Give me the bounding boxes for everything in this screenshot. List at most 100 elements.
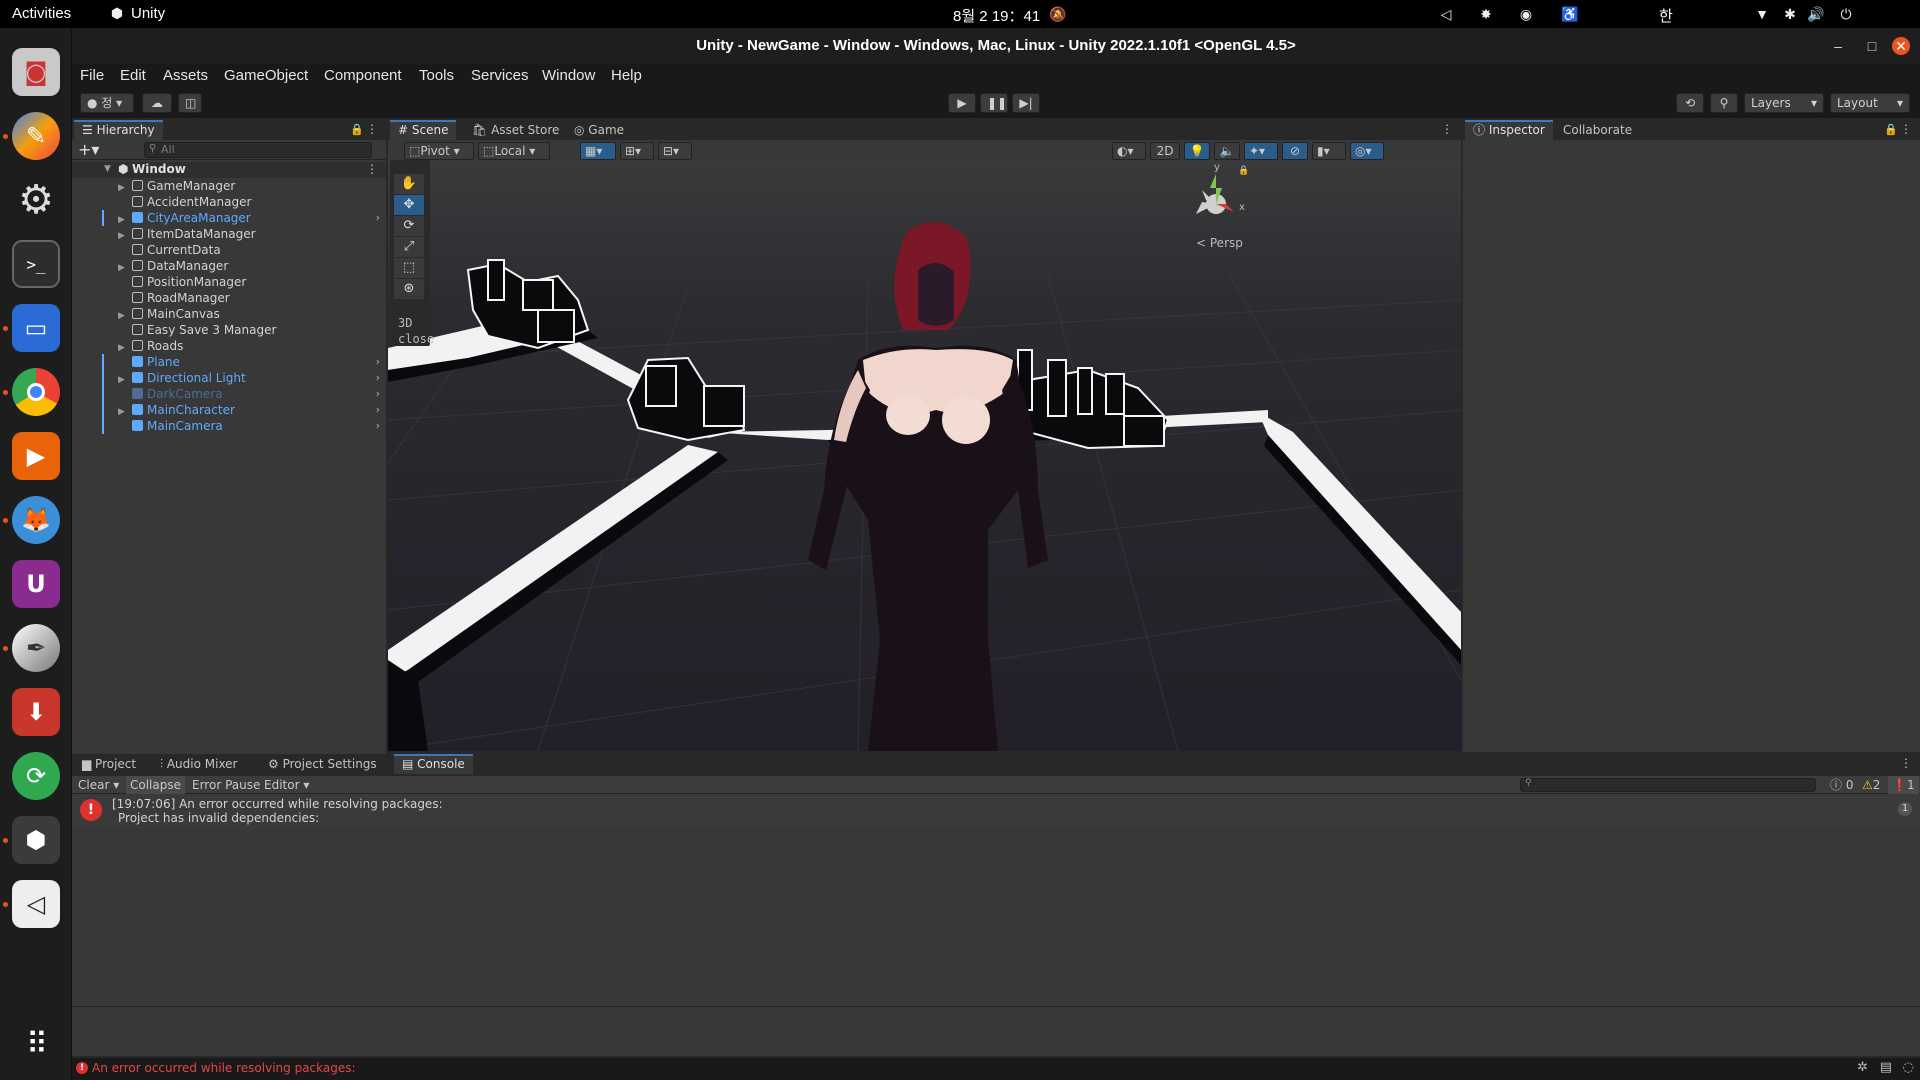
hierarchy-search-input[interactable]: ⚲ All bbox=[144, 142, 372, 158]
cache-server-icon[interactable]: ▤ bbox=[1880, 1060, 1892, 1075]
tab-audio-mixer[interactable]: ⫶ Audio Mixer bbox=[152, 754, 246, 774]
transform-tool-icon[interactable]: ⊛ bbox=[394, 279, 424, 299]
console-detail-divider[interactable] bbox=[72, 1006, 1920, 1007]
fox-app-icon[interactable]: 🦊 bbox=[12, 496, 60, 544]
collapse-toggle[interactable]: Collapse bbox=[126, 776, 185, 794]
prefab-open-chevron-icon[interactable]: › bbox=[376, 354, 380, 370]
overlay-close-button[interactable]: close bbox=[398, 332, 434, 346]
effects-dropdown[interactable]: ✦▾ bbox=[1244, 142, 1278, 160]
files-app-icon[interactable]: ▭ bbox=[12, 304, 60, 352]
grid-snap-button[interactable]: ▦▾ bbox=[580, 142, 616, 160]
persp-toggle[interactable]: < Persp bbox=[1196, 236, 1243, 250]
scene-viewport[interactable]: y x 🔒 < Persp ✋ ✥ ⟳ ⤢ ⬚ ⊛ 3D close bbox=[388, 160, 1461, 751]
inspector-kebab-icon[interactable]: ⋮ bbox=[1900, 122, 1912, 136]
close-button[interactable]: ✕ bbox=[1892, 37, 1910, 55]
minimize-button[interactable]: – bbox=[1829, 37, 1847, 55]
grid-visibility-button[interactable]: ⊞▾ bbox=[620, 142, 654, 160]
scene-root-row[interactable]: ▼ ⬢ Window ⋮ bbox=[72, 162, 386, 178]
audio-toggle-icon[interactable]: 🔈 bbox=[1214, 142, 1240, 160]
scale-tool-icon[interactable]: ⤢ bbox=[394, 237, 424, 257]
hierarchy-item[interactable]: ▶ Roads bbox=[72, 338, 386, 354]
scene-kebab-icon[interactable]: ⋮ bbox=[366, 162, 378, 176]
step-button[interactable]: ▶| bbox=[1012, 93, 1040, 113]
status-message[interactable]: An error occurred while resolving packag… bbox=[92, 1061, 356, 1075]
shading-mode-button[interactable]: ◐▾ bbox=[1112, 142, 1146, 160]
hierarchy-item[interactable]: ▶ GameManager bbox=[72, 178, 386, 194]
unity-hub-u-app-icon[interactable]: U bbox=[12, 560, 60, 608]
unity-hub-app-icon[interactable]: ◁ bbox=[12, 880, 60, 928]
power-icon[interactable]: ⏻ bbox=[1836, 4, 1856, 24]
cloud-button[interactable]: ☁ bbox=[142, 93, 172, 113]
clock[interactable]: 8월 2 19：41 bbox=[953, 5, 1040, 26]
krita-app-icon[interactable]: ✒ bbox=[12, 624, 60, 672]
hierarchy-item[interactable]: ▶ › Directional Light bbox=[72, 370, 386, 386]
error-count-toggle[interactable]: ❗1 bbox=[1888, 776, 1919, 794]
warning-count-toggle[interactable]: ⚠2 bbox=[1858, 776, 1884, 794]
error-pause-toggle[interactable]: Error Pause bbox=[188, 776, 264, 794]
inspector-lock-icon[interactable]: 🔒 bbox=[1884, 123, 1898, 136]
screenshot-app-icon[interactable]: ◙ bbox=[12, 48, 60, 96]
accessibility-icon[interactable]: ♿ bbox=[1560, 4, 1580, 24]
hierarchy-item[interactable]: AccidentManager bbox=[72, 194, 386, 210]
settings-app-icon[interactable]: ⚙ bbox=[12, 176, 60, 224]
input-method-indicator[interactable]: 한 bbox=[1659, 5, 1673, 26]
debug-icon[interactable]: ✲ bbox=[1857, 1060, 1868, 1075]
layout-dropdown[interactable]: Layout ▾ bbox=[1830, 93, 1910, 113]
tab-asset-store[interactable]: 🛍 Asset Store bbox=[464, 120, 567, 140]
pivot-dropdown[interactable]: ⬚Pivot ▾ bbox=[404, 142, 474, 160]
chrome-app-icon[interactable] bbox=[12, 368, 60, 416]
activities-button[interactable]: Activities bbox=[12, 5, 71, 22]
hierarchy-item[interactable]: CurrentData bbox=[72, 242, 386, 258]
menu-edit[interactable]: Edit bbox=[120, 67, 146, 84]
console-kebab-icon[interactable]: ⋮ bbox=[1900, 756, 1912, 770]
unity-editor-app-icon[interactable]: ⬢ bbox=[12, 816, 60, 864]
tab-collaborate[interactable]: Collaborate bbox=[1555, 120, 1640, 140]
unity-tray-icon[interactable]: ◁ bbox=[1436, 4, 1456, 24]
menu-file[interactable]: File bbox=[80, 67, 104, 84]
local-dropdown[interactable]: ⬚Local ▾ bbox=[478, 142, 550, 160]
gizmo-lock-icon[interactable]: 🔒 bbox=[1238, 166, 1249, 176]
update-app-icon[interactable]: ⟳ bbox=[12, 752, 60, 800]
tab-console[interactable]: ▤ Console bbox=[394, 754, 473, 774]
tab-project-settings[interactable]: ⚙ Project Settings bbox=[260, 754, 385, 774]
tab-hierarchy[interactable]: ☰ Hierarchy bbox=[74, 120, 163, 140]
prefab-open-chevron-icon[interactable]: › bbox=[376, 402, 380, 418]
terminal-app-icon[interactable]: >_ bbox=[12, 240, 60, 288]
hierarchy-item[interactable]: ▶ › CityAreaManager bbox=[72, 210, 386, 226]
menu-component[interactable]: Component bbox=[324, 67, 402, 84]
tab-project[interactable]: ▆ Project bbox=[74, 754, 144, 774]
increment-snap-button[interactable]: ⊟▾ bbox=[658, 142, 692, 160]
menu-gameobject[interactable]: GameObject bbox=[224, 67, 308, 84]
wifi-icon[interactable]: ▼ bbox=[1752, 4, 1772, 24]
gizmos-dropdown[interactable]: ◎▾ bbox=[1350, 142, 1384, 160]
undo-history-button[interactable]: ⟲ bbox=[1676, 93, 1704, 113]
menu-window[interactable]: Window bbox=[542, 67, 595, 84]
console-log-entry[interactable]: ! [19:07:06] An error occurred while res… bbox=[72, 794, 1920, 828]
rect-tool-icon[interactable]: ⬚ bbox=[394, 258, 424, 278]
color-picker-app-icon[interactable]: ✎ bbox=[12, 112, 60, 160]
hierarchy-item[interactable]: ▶ › MainCharacter bbox=[72, 402, 386, 418]
clear-dropdown[interactable]: Clear ▾ bbox=[74, 776, 123, 794]
tab-inspector[interactable]: ⓘ Inspector bbox=[1465, 120, 1553, 140]
show-apps-icon[interactable]: ⠿ bbox=[12, 1020, 60, 1068]
toggle-2d-button[interactable]: 2D bbox=[1150, 142, 1180, 160]
lock-icon[interactable]: 🔒 bbox=[350, 123, 364, 136]
info-count-toggle[interactable]: ⓘ 0 bbox=[1826, 776, 1857, 794]
account-dropdown[interactable]: ● 정 ▾ bbox=[80, 93, 134, 113]
prefab-open-chevron-icon[interactable]: › bbox=[376, 370, 380, 386]
menu-services[interactable]: Services bbox=[471, 67, 529, 84]
tab-scene[interactable]: # Scene bbox=[390, 120, 457, 140]
scene-kebab-icon[interactable]: ⋮ bbox=[1441, 122, 1453, 136]
bluetooth-icon[interactable]: ✱ bbox=[1780, 4, 1800, 24]
media-player-app-icon[interactable]: ▶ bbox=[12, 432, 60, 480]
collab-button[interactable]: ◫ bbox=[178, 93, 202, 113]
maximize-button[interactable]: □ bbox=[1863, 37, 1881, 55]
menu-help[interactable]: Help bbox=[611, 67, 642, 84]
menu-assets[interactable]: Assets bbox=[163, 67, 208, 84]
kebab-menu-icon[interactable]: ⋮ bbox=[366, 122, 378, 136]
hierarchy-item[interactable]: ▶ MainCanvas bbox=[72, 306, 386, 322]
lighting-toggle-icon[interactable]: 💡 bbox=[1184, 142, 1210, 160]
prefab-open-chevron-icon[interactable]: › bbox=[376, 210, 380, 226]
hierarchy-item[interactable]: › Plane bbox=[72, 354, 386, 370]
hierarchy-item[interactable]: Easy Save 3 Manager bbox=[72, 322, 386, 338]
